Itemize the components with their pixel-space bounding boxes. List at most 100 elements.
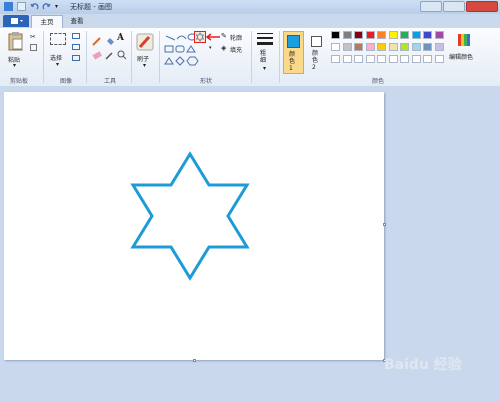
color-picker-icon[interactable] — [105, 50, 115, 60]
palette-swatch[interactable] — [388, 31, 398, 39]
palette-swatch[interactable] — [365, 43, 375, 51]
palette-swatch[interactable] — [411, 43, 421, 51]
palette-swatch-empty[interactable] — [342, 55, 352, 63]
canvas-drawing — [130, 151, 250, 281]
fill-label[interactable]: 填充 — [230, 45, 242, 54]
palette-swatch[interactable] — [342, 43, 352, 51]
divider — [251, 31, 252, 83]
palette-swatch-empty[interactable] — [423, 55, 432, 63]
palette-swatch-empty[interactable] — [434, 55, 444, 63]
palette-swatch[interactable] — [400, 43, 409, 51]
tab-view[interactable]: 查看 — [64, 15, 90, 28]
tools-group-label: 工具 — [104, 78, 117, 85]
color2-swatch — [311, 36, 322, 47]
pencil-icon[interactable] — [92, 36, 102, 46]
canvas-resize-handle-right[interactable] — [383, 223, 386, 226]
palette-swatch[interactable] — [377, 43, 386, 51]
paint-app-icon — [4, 2, 13, 11]
color1-label: 颜色 1 — [289, 51, 296, 72]
shapes-scroll-icon[interactable]: ▾ — [209, 45, 212, 51]
image-group-label: 图像 — [60, 78, 73, 85]
palette-swatch-empty[interactable] — [411, 55, 421, 63]
brushes-button[interactable]: 刷子 ▾ — [135, 32, 157, 74]
fill-bucket-icon[interactable] — [105, 36, 115, 46]
copy-icon[interactable] — [30, 44, 37, 51]
palette-swatch-empty[interactable] — [365, 55, 375, 63]
paint-menu-button[interactable] — [3, 15, 29, 27]
divider — [86, 31, 87, 83]
outline-icon: ✎ — [221, 32, 227, 40]
edit-colors-label: 编辑颜色 — [449, 54, 474, 61]
edit-colors-icon — [458, 34, 470, 46]
size-dropdown-icon: ▾ — [263, 65, 267, 72]
divider — [279, 31, 280, 83]
palette-swatch[interactable] — [354, 43, 363, 51]
ribbon-tab-bar: 主页 查看 — [0, 14, 500, 28]
brushes-dropdown-icon: ▾ — [143, 62, 147, 69]
palette-swatch[interactable] — [400, 31, 409, 39]
rotate-icon[interactable] — [72, 55, 80, 61]
palette-swatch[interactable] — [434, 43, 444, 51]
palette-swatch[interactable] — [411, 31, 421, 39]
divider — [131, 31, 132, 83]
select-dropdown-icon: ▾ — [56, 61, 60, 68]
eraser-icon[interactable] — [92, 50, 102, 60]
clipboard-icon — [8, 32, 23, 51]
divider — [43, 31, 44, 83]
paste-dropdown-icon: ▾ — [13, 62, 17, 69]
minimize-button[interactable] — [420, 1, 442, 12]
palette-swatch-empty[interactable] — [331, 55, 340, 63]
selection-icon — [50, 33, 66, 45]
magnifier-icon[interactable] — [117, 50, 127, 60]
brush-icon — [136, 33, 154, 51]
color2-button[interactable]: 颜色 2 — [307, 31, 328, 74]
palette-swatch[interactable] — [434, 31, 444, 39]
six-pointed-star-shape[interactable] — [130, 151, 250, 281]
resize-icon[interactable] — [72, 44, 80, 50]
crop-icon[interactable] — [72, 33, 80, 39]
color2-label: 颜色 2 — [312, 50, 319, 71]
shapes-group-label: 形状 — [200, 78, 213, 85]
palette-swatch[interactable] — [423, 31, 432, 39]
size-button[interactable]: 粗细 ▾ — [256, 32, 276, 74]
colors-group-label: 颜色 — [372, 78, 385, 85]
color1-button[interactable]: 颜色 1 — [283, 31, 304, 74]
paste-button[interactable]: 粘贴 ▾ — [6, 31, 26, 71]
palette-swatch[interactable] — [342, 31, 352, 39]
cut-icon[interactable]: ✂ — [30, 33, 36, 41]
palette-swatch[interactable] — [388, 43, 398, 51]
pointer-arrow-annotation — [205, 33, 220, 41]
palette-swatch[interactable] — [377, 31, 386, 39]
undo-icon[interactable] — [30, 2, 39, 11]
drawing-canvas[interactable] — [4, 92, 384, 360]
redo-icon[interactable] — [42, 2, 51, 11]
canvas-resize-handle-bottom[interactable] — [193, 359, 196, 362]
fill-icon: ◈ — [221, 44, 227, 52]
edit-colors-button[interactable]: 编辑颜色 — [449, 32, 479, 74]
save-icon[interactable] — [17, 2, 26, 11]
quick-access-dropdown-icon[interactable]: ▾ — [55, 2, 64, 11]
line-size-icon — [257, 33, 273, 45]
palette-swatch[interactable] — [365, 31, 375, 39]
tab-home[interactable]: 主页 — [31, 15, 63, 28]
hexagram-icon — [195, 32, 205, 42]
palette-swatch-empty[interactable] — [377, 55, 386, 63]
palette-swatch[interactable] — [331, 43, 340, 51]
palette-swatch[interactable] — [423, 43, 432, 51]
clipboard-group-label: 剪贴板 — [10, 78, 29, 85]
window-title: 无标题 - 画图 — [70, 3, 112, 11]
size-label: 粗细 — [260, 50, 267, 64]
ribbon: 粘贴 ▾ ✂ 剪贴板 选择 ▾ 图像 A 工具 刷子 ▾ ▾ ✎ 轮廓 ◈ 填充… — [0, 28, 500, 87]
palette-swatch-empty[interactable] — [354, 55, 363, 63]
maximize-button[interactable] — [443, 1, 465, 12]
select-button[interactable]: 选择 ▾ — [48, 33, 68, 73]
text-tool-icon[interactable]: A — [117, 33, 124, 43]
palette-swatch[interactable] — [331, 31, 340, 39]
title-bar: ▾ 无标题 - 画图 — [0, 0, 500, 14]
watermark: Baidu 经验 — [384, 357, 462, 373]
palette-swatch-empty[interactable] — [400, 55, 409, 63]
outline-label[interactable]: 轮廓 — [230, 33, 242, 42]
close-button[interactable] — [466, 1, 498, 12]
palette-swatch[interactable] — [354, 31, 363, 39]
palette-swatch-empty[interactable] — [388, 55, 398, 63]
